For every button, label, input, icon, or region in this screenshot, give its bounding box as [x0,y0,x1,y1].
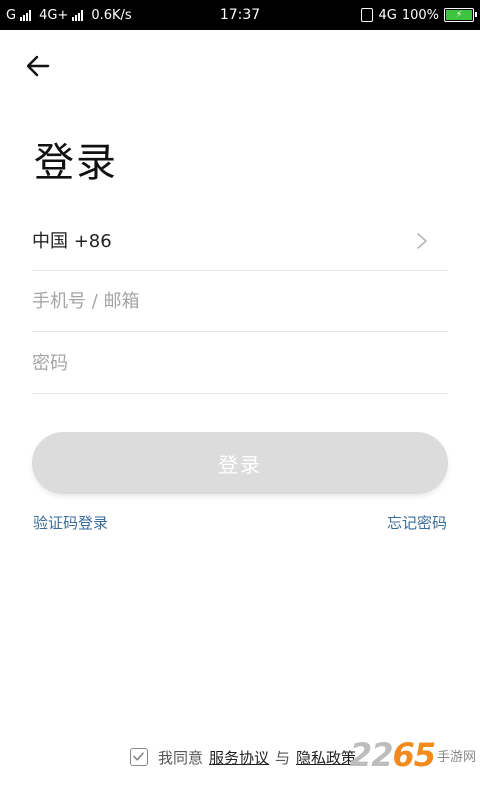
phone-email-input[interactable] [32,290,448,312]
country-code-label: 中国 +86 [32,231,112,252]
country-code-selector[interactable]: 中国 +86 [32,210,448,271]
signal-icon [20,9,32,21]
check-icon [133,752,144,761]
password-row [32,333,448,394]
page-title: 登录 [34,140,118,186]
sms-login-link[interactable]: 验证码登录 [33,512,108,533]
vibrate-icon [361,8,374,22]
clock: 17:37 [219,7,261,23]
watermark-digits: 2265 [349,736,436,774]
battery-fill: ⚡ [446,10,472,20]
network-label: 4G+ [39,7,69,23]
battery-percent: 100% [401,7,439,23]
back-button[interactable] [22,50,54,82]
carrier-label: G [6,7,17,23]
privacy-link[interactable]: 隐私政策 [296,747,356,768]
status-right: 4G 100% ⚡ [361,0,477,30]
status-left: G 4G+ 0.6K/s [6,0,132,30]
forgot-password-link[interactable]: 忘记密码 [387,512,447,533]
watermark-logo: 2265 手游网 [350,736,476,774]
agreement-row: 我同意 服务协议 与 隐私政策 [130,744,356,770]
agreement-checkbox[interactable] [130,748,148,766]
net-speed: 0.6K/s [91,7,132,23]
arrow-left-icon [26,55,50,77]
agreement-conjunction: 与 [275,748,291,767]
status-bar: G 4G+ 0.6K/s 17:37 4G 100% ⚡ [0,0,480,30]
battery-icon: ⚡ [444,8,477,22]
chevron-right-icon [417,233,427,249]
phone-email-row [32,271,448,332]
terms-link[interactable]: 服务协议 [209,747,269,768]
watermark-text: 手游网 [436,749,476,765]
login-button[interactable]: 登录 [32,432,448,494]
password-input[interactable] [32,352,448,374]
signal-icon-2 [72,9,84,21]
network-right-label: 4G [378,7,397,23]
agreement-prefix: 我同意 [158,748,204,767]
